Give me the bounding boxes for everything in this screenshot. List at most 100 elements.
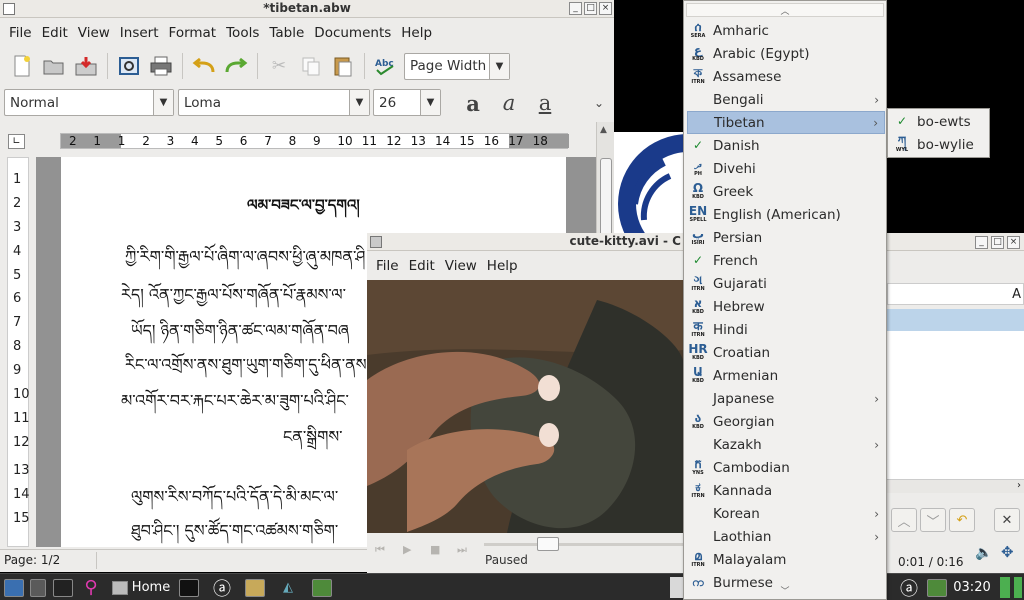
paste-icon[interactable] <box>329 52 357 80</box>
menu-tools[interactable]: Tools <box>221 25 264 41</box>
play-icon[interactable]: ▶ <box>403 543 411 556</box>
language-item-malayalam[interactable]: മ ITRN Malayalam <box>687 548 885 571</box>
language-item-cambodian[interactable]: ក YNS Cambodian <box>687 456 885 479</box>
font-combo[interactable]: Loma ▼ <box>178 89 370 116</box>
menu-table[interactable]: Table <box>264 25 309 41</box>
menu-insert[interactable]: Insert <box>115 25 164 41</box>
language-item-kazakh[interactable]: Kazakh › <box>687 433 885 456</box>
menu-view[interactable]: View <box>73 25 115 41</box>
language-item-kannada[interactable]: ಕ ITRN Kannada <box>687 479 885 502</box>
scroll-up-icon[interactable]: ▲ <box>600 125 607 135</box>
language-item-korean[interactable]: Korean › <box>687 502 885 525</box>
chevron-down-icon[interactable]: ▼ <box>489 53 509 79</box>
undo-icon[interactable]: ↶ <box>949 508 975 532</box>
toolbar-overflow-chevron-icon[interactable]: ⌄ <box>585 89 613 117</box>
previous-icon[interactable]: ⏮ <box>375 543 385 557</box>
scrollbar-thumb[interactable] <box>600 158 612 238</box>
menu-format[interactable]: Format <box>164 25 222 41</box>
language-item-bengali[interactable]: Bengali › <box>687 88 885 111</box>
menu-view[interactable]: View <box>440 258 482 274</box>
undo-icon[interactable] <box>190 52 218 80</box>
language-item-gujarati[interactable]: ગ ITRN Gujarati <box>687 272 885 295</box>
new-document-icon[interactable] <box>8 52 36 80</box>
language-item-divehi[interactable]: ދ PH Divehi <box>687 157 885 180</box>
maximize-button[interactable]: □ <box>584 2 597 15</box>
menu-help[interactable]: Help <box>396 25 437 41</box>
menu-file[interactable]: File <box>4 25 37 41</box>
spellcheck-icon[interactable]: Abc <box>372 52 400 80</box>
monitor-icon[interactable] <box>178 577 200 598</box>
input-method-bo-wylie[interactable]: ཀ WYL bo-wylie <box>891 133 987 156</box>
tab-stop-icon[interactable]: ∟ <box>8 134 25 149</box>
language-item-croatian[interactable]: HR KBD Croatian <box>687 341 885 364</box>
menu-scroll-up-icon[interactable]: ︿ <box>686 3 884 17</box>
stop-icon[interactable]: ■ <box>430 543 440 556</box>
underline-icon[interactable]: a <box>531 89 559 117</box>
font-size-combo[interactable]: 26 ▼ <box>373 89 441 116</box>
at-icon[interactable]: ⓐ <box>210 577 234 600</box>
horizontal-ruler[interactable]: 2 1 1 2 3 4 5 6 7 8 9 10 11 12 13 14 15 16 17 18 <box>60 133 569 149</box>
language-item-amharic[interactable]: ሰ SERA Amharic <box>687 19 885 42</box>
language-item-hebrew[interactable]: א KBD Hebrew <box>687 295 885 318</box>
language-item-armenian[interactable]: Ա KBD Armenian <box>687 364 885 387</box>
media-player-icon[interactable] <box>310 577 334 598</box>
italic-icon[interactable]: a <box>495 89 523 117</box>
terminal-icon[interactable] <box>52 577 74 598</box>
chevron-down-icon[interactable]: ▼ <box>420 90 440 115</box>
video-titlebar[interactable]: cute-kitty.avi - C <box>367 233 683 251</box>
zoom-combo[interactable]: Page Width ▼ <box>404 52 510 80</box>
close-button[interactable]: × <box>1007 236 1020 249</box>
chevron-right-icon[interactable]: › <box>1017 480 1021 491</box>
save-icon[interactable] <box>72 52 100 80</box>
video-frame[interactable] <box>367 280 683 533</box>
search-icon[interactable]: ⚲ <box>80 577 102 598</box>
menu-edit[interactable]: Edit <box>404 258 440 274</box>
redo-icon[interactable] <box>222 52 250 80</box>
language-item-persian[interactable]: پ ISIRI Persian <box>687 226 885 249</box>
media-player-tray-icon[interactable] <box>926 577 948 598</box>
inkscape-icon[interactable]: ◭ <box>276 577 300 598</box>
calculator-icon[interactable] <box>28 577 48 598</box>
clock[interactable]: 03:20 <box>952 577 992 598</box>
language-item-arabic-egypt[interactable]: ع KBD Arabic (Egypt) <box>687 42 885 65</box>
maximize-button[interactable]: □ <box>991 236 1004 249</box>
menu-scroll-down-icon[interactable]: ﹀ <box>686 583 884 597</box>
home-folder-button[interactable]: Home <box>108 577 174 598</box>
print-icon[interactable] <box>147 52 175 80</box>
seek-bar[interactable] <box>484 543 684 546</box>
seek-thumb[interactable] <box>536 537 559 551</box>
language-item-english-american[interactable]: EN SPELL English (American) <box>687 203 885 226</box>
close-icon[interactable]: ✕ <box>994 508 1020 532</box>
chevron-down-icon[interactable]: ▼ <box>153 90 173 115</box>
language-item-georgian[interactable]: ა KBD Georgian <box>687 410 885 433</box>
minimize-button[interactable]: _ <box>569 2 582 15</box>
move-down-button[interactable]: ﹀ <box>920 508 946 532</box>
menu-help[interactable]: Help <box>482 258 523 274</box>
menu-documents[interactable]: Documents <box>309 25 396 41</box>
close-button[interactable]: × <box>599 2 612 15</box>
language-item-danish[interactable]: ✓ Danish <box>687 134 885 157</box>
next-icon[interactable]: ⏭ <box>457 543 467 557</box>
language-item-japanese[interactable]: Japanese › <box>687 387 885 410</box>
language-item-assamese[interactable]: ক ITRN Assamese <box>687 65 885 88</box>
input-method-bo-ewts[interactable]: ✓ bo-ewts <box>891 110 987 133</box>
menu-edit[interactable]: Edit <box>37 25 73 41</box>
vertical-ruler[interactable]: 1 2 3 4 5 6 7 8 9 10 11 12 13 14 15 <box>7 157 30 547</box>
abiword-titlebar[interactable]: *tibetan.abw _ □ × <box>0 0 614 18</box>
language-item-laothian[interactable]: Laothian › <box>687 525 885 548</box>
language-item-tibetan[interactable]: Tibetan › <box>687 111 885 134</box>
horizontal-scrollbar[interactable]: › <box>887 479 1024 493</box>
bold-icon[interactable]: a <box>459 89 487 117</box>
taskbar-window-button[interactable] <box>670 577 684 598</box>
show-desktop-icon[interactable] <box>3 577 25 598</box>
minimize-button[interactable]: _ <box>975 236 988 249</box>
language-item-hindi[interactable]: क ITRN Hindi <box>687 318 885 341</box>
style-combo[interactable]: Normal ▼ <box>4 89 174 116</box>
language-item-greek[interactable]: Ω KBD Greek <box>687 180 885 203</box>
print-preview-icon[interactable] <box>115 52 143 80</box>
language-item-french[interactable]: ✓ French <box>687 249 885 272</box>
chevron-down-icon[interactable]: ▼ <box>349 90 369 115</box>
volume-icon[interactable]: 🔈 <box>975 545 992 561</box>
menu-file[interactable]: File <box>371 258 404 274</box>
move-up-button[interactable]: ︿ <box>891 508 917 532</box>
